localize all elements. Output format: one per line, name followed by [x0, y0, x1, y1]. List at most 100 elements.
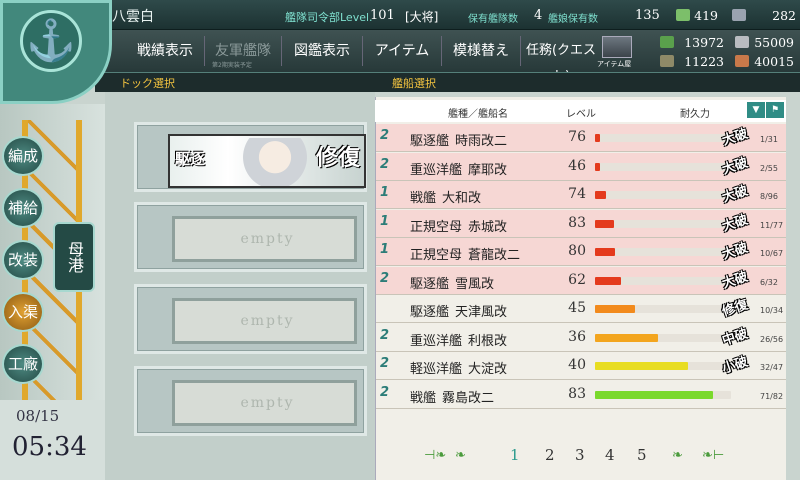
hp-value: 10/34 [760, 306, 784, 315]
item-shop-icon[interactable] [602, 36, 632, 58]
dock-3-slot: empty [172, 298, 357, 344]
hp-bar-fill [595, 219, 615, 228]
ship-type: 軽巡洋艦 [410, 362, 463, 377]
ship-portrait [240, 138, 310, 186]
hp-bar [595, 248, 731, 256]
menu-quests[interactable]: 任務(クエスト) [521, 38, 601, 84]
fleet-number: 1 [380, 185, 390, 200]
fleet-count: 4 [534, 8, 543, 23]
hp-bar-fill [595, 390, 713, 399]
hp-value: 32/47 [760, 363, 784, 372]
bauxite-count: 40015 [754, 54, 794, 69]
menu-items[interactable]: アイテム [363, 38, 441, 64]
hp-bar-fill [595, 362, 688, 370]
page-2[interactable]: 2 [545, 446, 555, 464]
item-shop-label: アイテム屋 [597, 60, 632, 68]
ship-name: 赤城改 [468, 219, 508, 235]
hp-bar-fill [595, 134, 600, 142]
side-btn-organize[interactable]: 編成 [2, 136, 44, 176]
dock-2-slot: empty [172, 216, 357, 262]
hp-bar [595, 134, 731, 142]
hq-level-label: 艦隊司令部Level. [285, 11, 373, 24]
side-btn-repair[interactable]: 入渠 [2, 292, 44, 332]
ship-type: 正規空母 [410, 248, 463, 263]
hq-level: 101 [370, 8, 395, 23]
hp-value: 2/55 [760, 163, 778, 173]
fleet-number: 1 [380, 213, 390, 229]
fuel-count: 13972 [684, 35, 724, 50]
ship-type: 重巡洋艦 [410, 162, 463, 178]
ship-type: 駆逐艦 [410, 276, 450, 292]
ammo-count: 11223 [684, 54, 724, 69]
sort-icon[interactable]: ▼ [746, 101, 766, 119]
hp-value: 11/77 [760, 220, 784, 230]
fleet-number: 2 [380, 356, 390, 371]
last-page-icon[interactable]: ❧⊢ [702, 448, 724, 463]
dock-4-empty: empty [240, 395, 295, 411]
anchor-icon[interactable]: ⚓ [20, 10, 82, 72]
menu-records[interactable]: 戦績表示 [125, 38, 205, 64]
ship-level: 83 [568, 214, 586, 231]
dock-2-empty: empty [240, 231, 295, 247]
menu-library[interactable]: 図鑑表示 [282, 38, 362, 64]
ship-level: 36 [568, 328, 586, 345]
ship-count-label: 艦娘保有数 [548, 14, 598, 25]
ship-level: 40 [568, 357, 586, 373]
devmat-count: 282 [772, 8, 796, 23]
ship-name: 時雨改二 [455, 134, 508, 149]
page-1[interactable]: 1 [510, 446, 520, 464]
fleet-number: 2 [380, 128, 390, 143]
hp-bar-fill [595, 248, 616, 256]
ship-type: 駆逐艦 [410, 305, 450, 320]
fleet-number: 2 [380, 327, 390, 343]
fleet-number: 2 [380, 384, 390, 400]
ship-type: 重巡洋艦 [410, 333, 463, 349]
fleet-count-label: 保有艦隊数 [468, 14, 518, 25]
side-btn-supply[interactable]: 補給 [2, 188, 44, 228]
page-3[interactable]: 3 [575, 446, 585, 464]
time: 05:34 [12, 432, 87, 462]
hp-value: 71/82 [760, 391, 784, 401]
dock-1-ship-type: 駆逐 [175, 150, 206, 168]
date: 08/15 [16, 407, 60, 425]
rank: [大将] [405, 10, 439, 24]
ship-name: 天津風改 [455, 305, 508, 320]
fleet-number [380, 299, 400, 319]
dock-4-slot: empty [172, 380, 357, 426]
filter-icon[interactable]: ⚑ [765, 101, 785, 119]
hp-bar-fill [595, 305, 635, 313]
home-port-tab[interactable]: 母港 [53, 222, 95, 292]
dock-select-title: ドック選択 [120, 77, 175, 90]
prev-page-icon[interactable]: ❧ [455, 448, 466, 463]
ship-name: 利根改 [468, 333, 508, 349]
ship-name: 大和改 [442, 191, 482, 206]
first-page-icon[interactable]: ⊣❧ [424, 448, 446, 463]
hp-bar [595, 162, 731, 171]
page-5[interactable]: 5 [637, 446, 647, 464]
hp-bar [595, 333, 731, 342]
admiral-name: 八雲白 [112, 9, 154, 25]
menu-furniture[interactable]: 模様替え [442, 38, 520, 64]
ship-level: 83 [568, 385, 586, 402]
side-btn-arsenal[interactable]: 工廠 [2, 344, 44, 384]
hp-value: 1/31 [760, 135, 778, 144]
fleet-number: 1 [380, 242, 390, 257]
hp-bar [595, 362, 731, 370]
ship-type: 戦艦 [410, 191, 437, 206]
side-btn-remodel[interactable]: 改装 [2, 240, 44, 280]
sub-header [95, 72, 800, 92]
page-4[interactable]: 4 [605, 446, 615, 464]
next-page-icon[interactable]: ❧ [672, 448, 683, 463]
hp-bar [595, 305, 731, 313]
steel-count: 55009 [754, 35, 794, 50]
hp-bar [595, 219, 731, 228]
hp-bar [595, 191, 731, 199]
ship-level: 74 [568, 186, 586, 202]
hp-bar-fill [595, 191, 607, 199]
col-hp: 耐久力 [680, 109, 710, 120]
menu-friend-fleet-note: 第2期実装予定 [212, 62, 252, 69]
ship-type: 正規空母 [410, 219, 463, 235]
fleet-number: 2 [380, 156, 390, 172]
ship-level: 46 [568, 157, 586, 174]
ship-level: 45 [568, 300, 586, 316]
